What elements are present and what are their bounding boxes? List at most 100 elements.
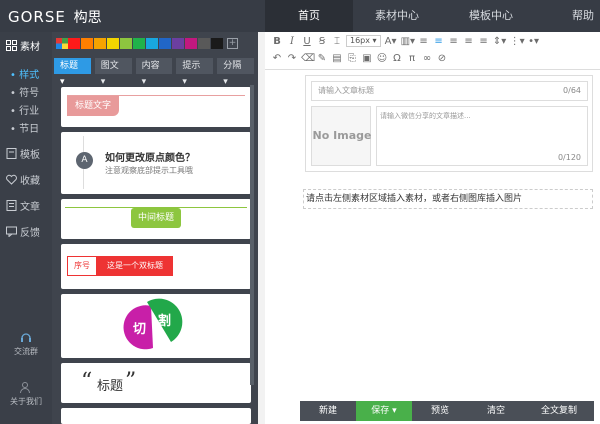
format-painter-icon[interactable]: ✎ bbox=[316, 53, 328, 64]
rail-sub-style[interactable]: • 样式 bbox=[10, 66, 39, 81]
material-panel: + 标题 ▾ 图文 ▾ 内容 ▾ 提示 ▾ 分隔 ▾ 标题文字 A 如何更改原点… bbox=[52, 32, 258, 424]
heart-icon bbox=[6, 174, 17, 185]
material-card[interactable]: “ 标题 ” bbox=[61, 363, 251, 403]
eraser-icon[interactable]: ⌫ bbox=[301, 53, 315, 64]
tab-divider[interactable]: 分隔 ▾ bbox=[217, 58, 254, 87]
strikethrough-icon[interactable]: Ꞩ bbox=[316, 36, 328, 47]
special-char-icon[interactable]: Ω bbox=[391, 53, 403, 64]
rail-about[interactable]: 关于我们 bbox=[0, 380, 52, 407]
tab-content[interactable]: 内容 ▾ bbox=[135, 58, 173, 87]
format-icon[interactable]: ⌶ bbox=[331, 36, 343, 47]
color-swatch[interactable] bbox=[211, 38, 223, 49]
clear-button[interactable]: 清空 bbox=[468, 401, 524, 421]
color-swatch[interactable] bbox=[159, 38, 171, 49]
color-swatch[interactable] bbox=[185, 38, 197, 49]
link-icon[interactable]: ∞ bbox=[421, 53, 433, 64]
preview-button[interactable]: 预览 bbox=[412, 401, 468, 421]
color-wheel-icon[interactable] bbox=[56, 38, 68, 49]
color-swatch[interactable] bbox=[94, 38, 106, 49]
align-right-icon[interactable]: ≡ bbox=[448, 36, 460, 47]
insert-hint: 请点击左侧素材区域插入素材，或者右侧图库插入图片 bbox=[306, 194, 523, 204]
image-icon[interactable]: ▣ bbox=[361, 53, 373, 64]
tab-tip[interactable]: 提示 ▾ bbox=[176, 58, 214, 87]
align-center-icon[interactable]: ≡ bbox=[433, 36, 445, 47]
nav-help[interactable]: 帮助 bbox=[541, 0, 600, 32]
rail-item-article[interactable]: 文章 bbox=[0, 198, 52, 213]
formula-icon[interactable]: π bbox=[406, 53, 418, 64]
line-height-icon[interactable]: ⇕▾ bbox=[493, 36, 507, 47]
rail-item-label: 素材 bbox=[20, 42, 40, 53]
background-color-icon[interactable]: ▥▾ bbox=[401, 36, 415, 47]
rail-bottom-label: 交流群 bbox=[14, 347, 38, 356]
color-swatch[interactable] bbox=[81, 38, 93, 49]
quote-close-icon: ” bbox=[125, 369, 137, 394]
rail-item-favorite[interactable]: 收藏 bbox=[0, 172, 52, 187]
material-card[interactable]: A 如何更改原点颜色？ 注意观察底部提示工具哦 bbox=[61, 132, 251, 194]
emotion-icon[interactable]: ☺ bbox=[376, 53, 388, 64]
article-icon bbox=[6, 200, 17, 211]
align-justify-icon[interactable]: ≡ bbox=[463, 36, 475, 47]
color-swatch[interactable] bbox=[198, 38, 210, 49]
material-card[interactable]: 序号 这是一个双标题 bbox=[61, 244, 251, 289]
feedback-icon bbox=[6, 226, 17, 237]
card-title: 如何更改原点颜色？ bbox=[105, 153, 195, 164]
save-button[interactable]: 保存 ▾ bbox=[356, 401, 412, 421]
ordered-list-icon[interactable]: ⋮▾ bbox=[510, 36, 525, 47]
nav-material-center[interactable]: 素材中心 bbox=[353, 0, 441, 32]
toolbar-row-1: B I U Ꞩ ⌶ 16px ▾ A▾ ▥▾ ≡ ≡ ≡ ≡ ≡ ⇕▾ ⋮▾ •… bbox=[271, 35, 541, 47]
material-card[interactable]: 标题文字 bbox=[61, 87, 251, 127]
color-swatch[interactable] bbox=[133, 38, 145, 49]
nav-home[interactable]: 首页 bbox=[265, 0, 353, 32]
rail-item-material[interactable]: 素材 bbox=[0, 38, 52, 53]
card-subtitle: 注意观察底部提示工具哦 bbox=[105, 166, 193, 175]
rail-item-feedback[interactable]: 反馈 bbox=[0, 224, 52, 239]
copy-all-button[interactable]: 全文复制 bbox=[524, 401, 594, 421]
rail-item-label: 收藏 bbox=[20, 176, 40, 187]
material-card[interactable]: 切 割 bbox=[61, 294, 251, 358]
paste-icon[interactable]: ▤ bbox=[331, 53, 343, 64]
content-area[interactable]: 请点击左侧素材区域插入素材，或者右侧图库插入图片 bbox=[303, 189, 593, 209]
color-swatch[interactable] bbox=[172, 38, 184, 49]
unordered-list-icon[interactable]: •▾ bbox=[527, 36, 541, 47]
align-left-icon[interactable]: ≡ bbox=[418, 36, 430, 47]
divider-line bbox=[83, 169, 84, 189]
undo-icon[interactable]: ↶ bbox=[271, 53, 283, 64]
nav-template-center[interactable]: 模板中心 bbox=[441, 0, 541, 32]
template-icon bbox=[6, 148, 17, 159]
description-counter: 0/120 bbox=[557, 153, 581, 162]
rail-sub-festival[interactable]: • 节日 bbox=[10, 120, 39, 135]
rail-item-template[interactable]: 模板 bbox=[0, 146, 52, 161]
add-color-button[interactable]: + bbox=[227, 38, 238, 49]
title-input[interactable]: 请输入文章标题 0/64 bbox=[311, 81, 588, 101]
logo-cn: 构思 bbox=[73, 10, 102, 26]
material-card[interactable]: 中间标题 bbox=[61, 199, 251, 239]
color-swatch[interactable] bbox=[68, 38, 80, 49]
unlink-icon[interactable]: ⊘ bbox=[436, 53, 448, 64]
color-swatch[interactable] bbox=[120, 38, 132, 49]
rail-chat-group[interactable]: 交流群 bbox=[0, 330, 52, 357]
rail-sub-symbol[interactable]: • 符号 bbox=[10, 84, 39, 99]
justify-icon[interactable]: ≡ bbox=[478, 36, 490, 47]
description-input[interactable]: 请输入微信分享的文章描述... 0/120 bbox=[376, 106, 588, 166]
clear-format-icon[interactable]: ⎘ bbox=[346, 53, 358, 64]
color-swatch[interactable] bbox=[146, 38, 158, 49]
tab-image-text[interactable]: 图文 ▾ bbox=[94, 58, 132, 87]
cover-image-placeholder[interactable]: No Image bbox=[311, 106, 371, 166]
new-button[interactable]: 新建 bbox=[300, 401, 356, 421]
italic-icon[interactable]: I bbox=[286, 36, 298, 47]
tab-title[interactable]: 标题 ▾ bbox=[54, 58, 91, 87]
material-card[interactable] bbox=[61, 408, 251, 424]
bold-icon[interactable]: B bbox=[271, 36, 283, 47]
font-size-select[interactable]: 16px ▾ bbox=[346, 35, 381, 47]
panel-scrollbar[interactable] bbox=[250, 85, 254, 385]
underline-icon[interactable]: U bbox=[301, 36, 313, 47]
card-letter-badge: A bbox=[76, 152, 93, 169]
title-placeholder: 请输入文章标题 bbox=[318, 86, 374, 95]
rail-sub-industry[interactable]: • 行业 bbox=[10, 102, 39, 117]
rail-bottom-label: 关于我们 bbox=[10, 397, 42, 406]
redo-icon[interactable]: ↷ bbox=[286, 53, 298, 64]
logo[interactable]: GORSE 构思 bbox=[8, 7, 102, 27]
color-swatch[interactable] bbox=[107, 38, 119, 49]
article-form: 请输入文章标题 0/64 No Image 请输入微信分享的文章描述... 0/… bbox=[305, 75, 593, 172]
font-color-icon[interactable]: A▾ bbox=[384, 36, 398, 47]
